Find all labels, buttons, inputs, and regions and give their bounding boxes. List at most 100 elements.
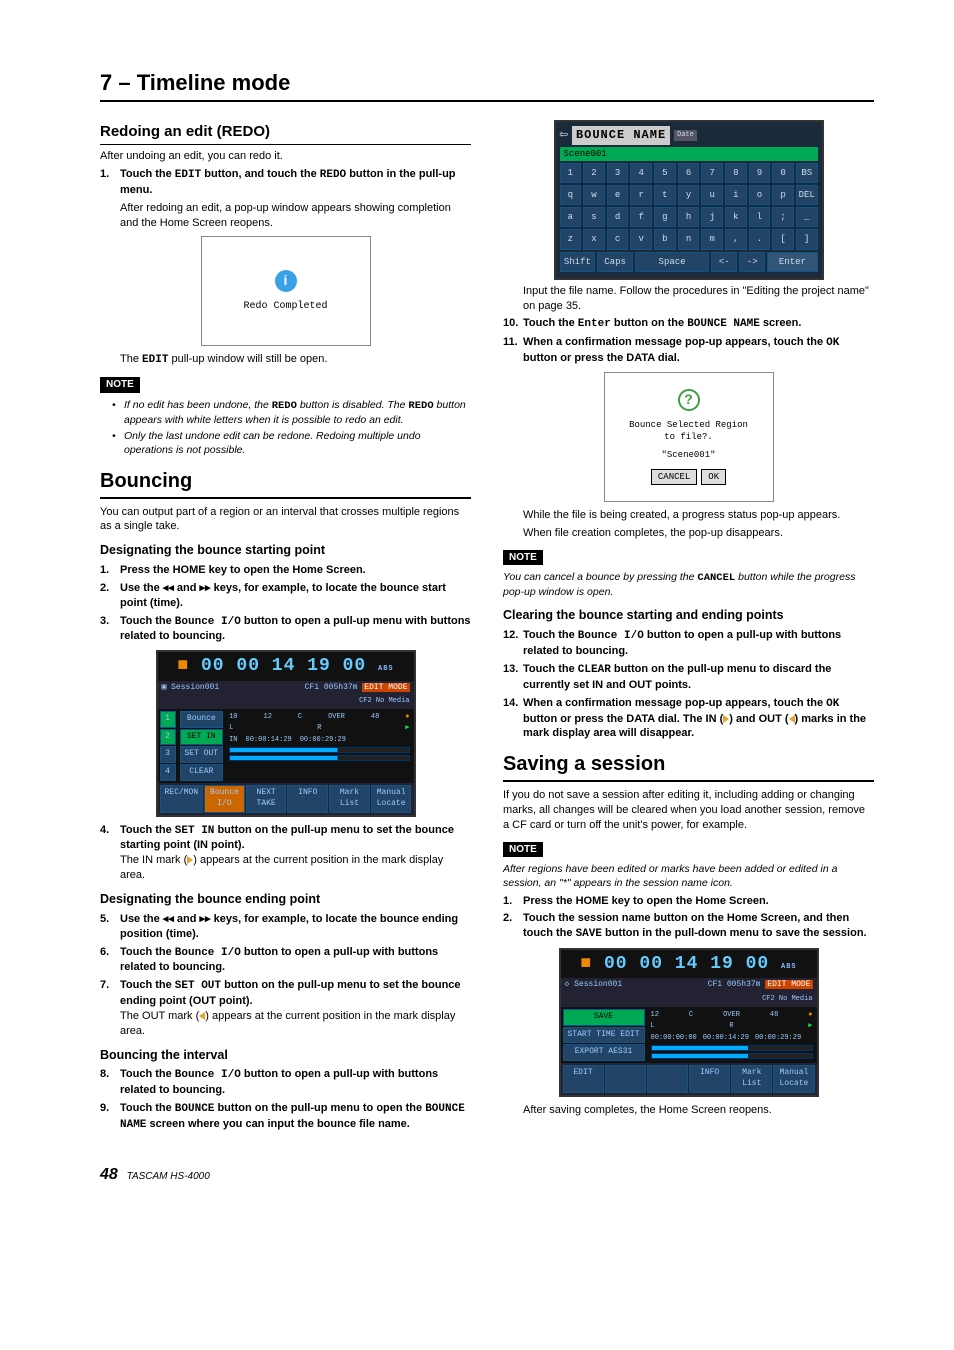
columns: Redoing an edit (REDO) After undoing an …: [100, 116, 874, 1136]
step-11: 11. When a confirmation message pop-up a…: [503, 335, 874, 366]
heading-end: Designating the bounce ending point: [100, 891, 471, 908]
btn-setout: SET OUT: [180, 746, 224, 763]
t: Touch the: [523, 663, 578, 675]
bouncing-intro: You can output part of a region or an in…: [100, 505, 471, 535]
step-num: 5.: [100, 912, 120, 942]
step-text: Press the HOME key to open the Home Scre…: [120, 563, 471, 578]
product-name: TASCAM HS-4000: [127, 1171, 210, 1182]
b2: [647, 1065, 688, 1093]
l3: "Scene001": [629, 449, 748, 461]
save-step-1: 1. Press the HOME key to open the Home S…: [503, 894, 874, 909]
b4: Mark List: [731, 1065, 772, 1093]
fig-meters: 12COVER48● LR▶ 00:00:00:0000:00:14:2900:…: [647, 1007, 817, 1063]
fig-meters: 1012COVER48● LR▶ IN00:00:14:2900:00:29:2…: [225, 709, 413, 783]
note-text: Only the last undone edit can be redone.…: [124, 429, 471, 457]
back-arrow-icon: ⇦: [560, 126, 568, 145]
info-icon: i: [275, 270, 297, 292]
cf2: CF2 No Media: [359, 697, 409, 706]
note-star: After regions have been edited or marks …: [503, 862, 874, 890]
fig-bottom: EDIT INFO Mark List Manual Locate: [561, 1063, 817, 1095]
page: 7 – Timeline mode Redoing an edit (REDO)…: [0, 0, 954, 1214]
t0: 00:00:00:00: [651, 1034, 697, 1043]
step-num: 1.: [100, 167, 120, 198]
bounceio-label: Bounce I/O: [175, 616, 241, 628]
fig-main: 1234 Bounce SET IN SET OUT CLEAR 1012COV…: [158, 709, 414, 783]
t: screen.: [760, 317, 802, 329]
cancel-button: CANCEL: [651, 469, 697, 485]
bounceio-label: Bounce I/O: [175, 1069, 241, 1081]
t: If no edit has been undone, the: [124, 399, 272, 411]
step-text: Press the HOME key to open the Home Scre…: [523, 894, 874, 909]
fig-timecode: ■ 00 00 14 19 00 ABS: [158, 652, 414, 680]
heading-start: Designating the bounce starting point: [100, 542, 471, 559]
step-5: 5. Use the ◂◂ and ▸▸ keys, for example, …: [100, 912, 471, 942]
t: The IN mark (: [120, 854, 187, 866]
t1: 00:00:14:29: [246, 736, 292, 745]
fig-bar: ▣ Session001 CF1 005h37m EDIT MODE: [158, 681, 414, 696]
b5: Manual Locate: [371, 785, 412, 813]
fig-main: SAVE START TIME EDIT EXPORT AES31 12COVE…: [561, 1007, 817, 1063]
b3: INFO: [689, 1065, 730, 1093]
t2: 00:00:29:29: [755, 1034, 801, 1043]
t: Touch the: [120, 615, 175, 627]
btn-export: EXPORT AES31: [563, 1044, 645, 1061]
btn-save: SAVE: [563, 1009, 645, 1026]
left-column: Redoing an edit (REDO) After undoing an …: [100, 116, 471, 1136]
bullet-dot: •: [112, 398, 124, 427]
b4: Mark List: [329, 785, 370, 813]
heading-redo: Redoing an edit (REDO): [100, 122, 471, 145]
step-2: 2. Use the ◂◂ and ▸▸ keys, for example, …: [100, 581, 471, 611]
t: Touch the: [120, 1102, 175, 1114]
step-num: 7.: [100, 978, 120, 1038]
redo-label: REDO: [408, 400, 433, 412]
btn-bounce: Bounce: [180, 711, 224, 728]
t: The: [120, 353, 142, 365]
p2: While the file is being created, a progr…: [523, 508, 874, 523]
step-num: 4.: [100, 823, 120, 883]
t: Touch the: [120, 824, 175, 836]
note-badge: NOTE: [100, 377, 140, 393]
step-num: 12.: [503, 628, 523, 659]
note-cancel: You can cancel a bounce by pressing the …: [503, 570, 874, 599]
step-1: 1. Press the HOME key to open the Home S…: [100, 563, 471, 578]
heading-bouncing: Bouncing: [100, 468, 471, 499]
step-num: 8.: [100, 1067, 120, 1098]
redo-label: REDO: [272, 400, 297, 412]
b0: EDIT: [563, 1065, 604, 1093]
step-text: Touch the Bounce I/O button to open a pu…: [120, 945, 471, 976]
save-intro: If you do not save a session after editi…: [503, 788, 874, 833]
edit-label: EDIT: [175, 169, 201, 181]
heading-save: Saving a session: [503, 751, 874, 782]
step-9: 9. Touch the BOUNCE button on the pull-u…: [100, 1101, 471, 1133]
note-badge: NOTE: [503, 550, 543, 566]
step-num: 1.: [503, 894, 523, 909]
step-6: 6. Touch the Bounce I/O button to open a…: [100, 945, 471, 976]
t: button or press the DATA dial.: [523, 352, 680, 364]
step-10: 10. Touch the Enter button on the BOUNCE…: [503, 316, 874, 332]
cf2: CF2 No Media: [762, 995, 812, 1004]
step-12: 12. Touch the Bounce I/O button to open …: [503, 628, 874, 659]
btn-setin: SET IN: [180, 729, 224, 746]
kbd-caption: Input the file name. Follow the procedur…: [523, 284, 874, 314]
t1: 00:00:14:29: [703, 1034, 749, 1043]
step-14: 14. When a confirmation message pop-up a…: [503, 696, 874, 742]
kbd-keys: 1234567890BSqwertyuiopDELasdfghjkl;_zxcv…: [560, 163, 818, 272]
t: button or press the DATA dial. The IN (: [523, 713, 723, 725]
heading-clear: Clearing the bounce starting and ending …: [503, 607, 874, 624]
t: You can cancel a bounce by pressing the: [503, 571, 697, 583]
t: screen where you can input the bounce fi…: [146, 1118, 409, 1130]
clear-label: CLEAR: [578, 664, 611, 676]
btn-starttime: START TIME EDIT: [563, 1027, 645, 1044]
t: ) and OUT (: [729, 713, 788, 725]
b2: NEXT TAKE: [246, 785, 287, 813]
step-text: Use the ◂◂ and ▸▸ keys, for example, to …: [120, 581, 471, 611]
p4: After saving completes, the Home Screen …: [523, 1103, 874, 1118]
cancel-label: CANCEL: [697, 572, 735, 584]
redo-after1: After redoing an edit, a pop-up window a…: [120, 201, 471, 231]
step-8: 8. Touch the Bounce I/O button to open a…: [100, 1067, 471, 1098]
step-num: 2.: [100, 581, 120, 611]
t: button, and touch the: [201, 168, 320, 180]
step-text: When a confirmation message pop-up appea…: [523, 696, 874, 742]
l2: to file?.: [629, 431, 748, 443]
cf1: CF1 005h37m: [708, 980, 761, 989]
